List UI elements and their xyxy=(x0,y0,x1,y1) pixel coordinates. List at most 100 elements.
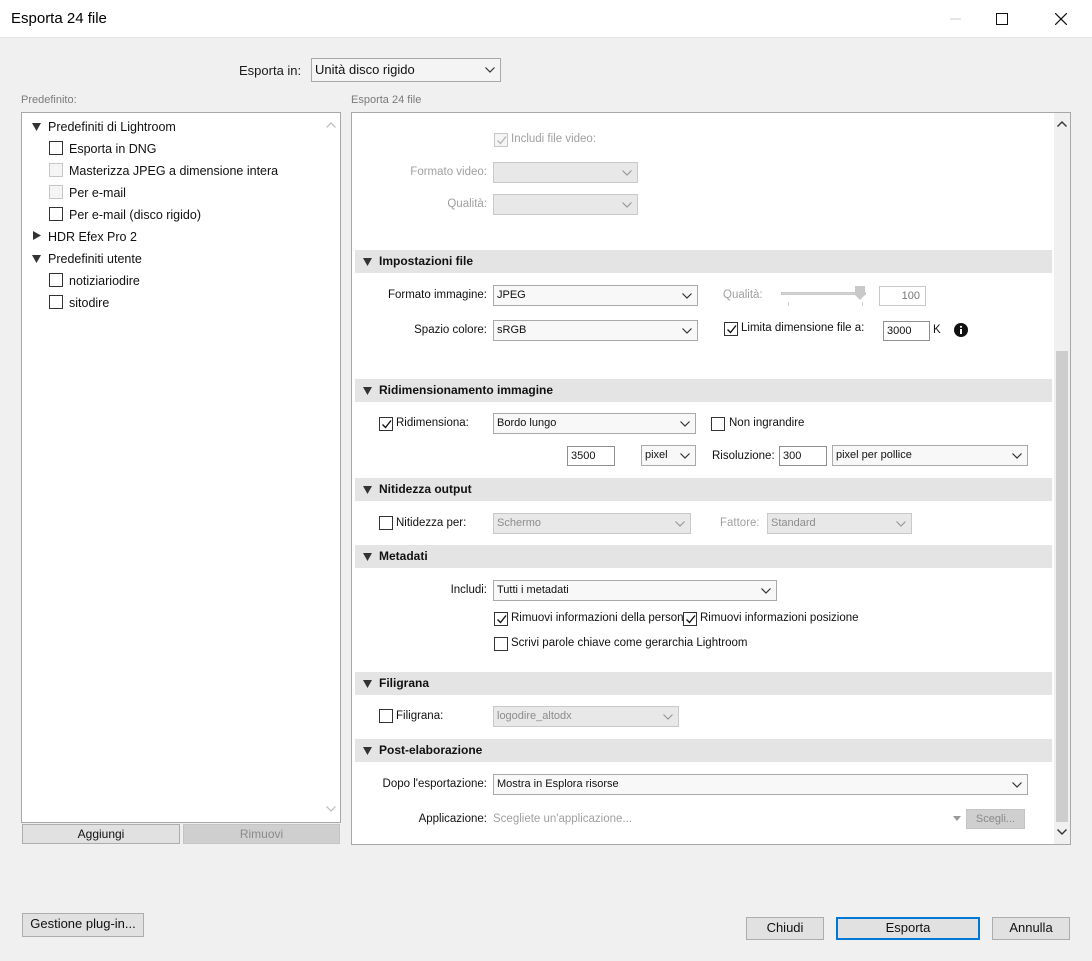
sharpen-checkbox[interactable] xyxy=(379,516,393,530)
chevron-down-icon xyxy=(1012,781,1022,788)
chevron-down-icon xyxy=(896,520,906,527)
jpeg-quality-label: Qualità: xyxy=(723,289,763,301)
scrollbar-thumb[interactable] xyxy=(1056,351,1068,822)
watermark-checkbox[interactable] xyxy=(379,709,393,723)
check-icon xyxy=(497,136,507,145)
limit-size-label: Limita dimensione file a: xyxy=(741,322,865,334)
section-post-processing[interactable]: Post-elaborazione xyxy=(355,739,1052,762)
preset-checkbox[interactable] xyxy=(49,295,63,309)
color-space-select[interactable]: sRGB xyxy=(493,320,698,341)
section-title: Nitidezza output xyxy=(379,482,472,496)
section-metadata[interactable]: Metadati xyxy=(355,545,1052,568)
preset-item-email-disk[interactable]: Per e-mail (disco rigido) xyxy=(69,208,201,222)
preset-checkbox xyxy=(49,163,63,177)
section-output-sharpening[interactable]: Nitidezza output xyxy=(355,478,1052,501)
image-format-label: Formato immagine: xyxy=(387,289,487,301)
add-preset-button[interactable]: Aggiungi xyxy=(22,824,180,844)
color-space-label: Spazio colore: xyxy=(414,324,487,336)
preset-item-notiziario[interactable]: notiziariodire xyxy=(69,274,140,288)
section-file-settings[interactable]: Impostazioni file xyxy=(355,250,1052,273)
quality-slider-track xyxy=(781,292,866,295)
preset-group-user[interactable]: Predefiniti utente xyxy=(48,252,142,266)
presets-tree[interactable]: Predefiniti di Lightroom Esporta in DNG … xyxy=(21,112,341,823)
video-format-label: Formato video: xyxy=(410,166,487,178)
choose-application-button[interactable]: Scegli... xyxy=(966,809,1025,829)
window-title: Esporta 24 file xyxy=(11,10,107,27)
export-settings-panel: Includi file video: Formato video: Quali… xyxy=(351,112,1071,845)
watermark-value: logodire_altodx xyxy=(497,710,572,722)
include-video-label: Includi file video: xyxy=(511,133,597,145)
chevron-down-icon xyxy=(663,713,673,720)
preset-item-dng[interactable]: Esporta in DNG xyxy=(69,142,157,156)
plugin-manager-button[interactable]: Gestione plug-in... xyxy=(22,913,144,937)
resize-size-input[interactable]: 3500 xyxy=(567,446,615,466)
watermark-label: Filigrana: xyxy=(396,710,444,722)
metadata-include-select[interactable]: Tutti i metadati xyxy=(493,580,777,601)
preset-checkbox[interactable] xyxy=(49,141,63,155)
section-image-resize[interactable]: Ridimensionamento immagine xyxy=(355,379,1052,402)
scroll-up-icon[interactable] xyxy=(326,122,336,128)
chevron-down-icon xyxy=(675,520,685,527)
remove-location-checkbox[interactable] xyxy=(683,612,697,626)
presets-heading: Predefinito: xyxy=(21,94,77,106)
section-title: Filigrana xyxy=(379,676,430,690)
preset-group-hdr[interactable]: HDR Efex Pro 2 xyxy=(48,230,137,244)
video-quality-select xyxy=(493,194,638,215)
info-icon[interactable] xyxy=(954,323,968,337)
maximize-icon xyxy=(996,13,1008,25)
after-export-select[interactable]: Mostra in Esplora risorse xyxy=(493,774,1028,795)
maximize-button[interactable] xyxy=(979,0,1025,38)
remove-location-label: Rimuovi informazioni posizione xyxy=(700,612,859,624)
sharpen-amount-value: Standard xyxy=(771,517,816,529)
expanded-triangle-icon xyxy=(363,258,372,266)
preset-checkbox[interactable] xyxy=(49,273,63,287)
quality-slider-thumb xyxy=(855,286,865,300)
resize-checkbox[interactable] xyxy=(379,417,393,431)
resize-mode-select[interactable]: Bordo lungo xyxy=(493,413,696,434)
expanded-triangle-icon xyxy=(32,255,41,263)
preset-group-lightroom[interactable]: Predefiniti di Lightroom xyxy=(48,120,176,134)
scroll-up-icon[interactable] xyxy=(1057,121,1067,127)
settings-scrollbar[interactable] xyxy=(1054,113,1070,844)
resolution-unit-select[interactable]: pixel per pollice xyxy=(832,445,1028,466)
no-enlarge-checkbox[interactable] xyxy=(711,417,725,431)
preset-checkbox[interactable] xyxy=(49,207,63,221)
include-video-checkbox xyxy=(494,133,508,147)
keyword-hierarchy-checkbox[interactable] xyxy=(494,637,508,651)
section-title: Post-elaborazione xyxy=(379,743,483,757)
limit-size-checkbox[interactable] xyxy=(724,322,738,336)
remove-person-info-checkbox[interactable] xyxy=(494,612,508,626)
chevron-down-icon xyxy=(682,327,692,334)
close-button[interactable]: Chiudi xyxy=(746,917,824,940)
cancel-button[interactable]: Annulla xyxy=(992,917,1070,940)
scroll-down-icon[interactable] xyxy=(326,806,336,812)
resolution-unit-value: pixel per pollice xyxy=(836,449,912,461)
limit-size-input[interactable]: 3000 xyxy=(883,321,930,341)
size-unit-select[interactable]: pixel xyxy=(641,445,696,466)
expanded-triangle-icon xyxy=(363,680,372,688)
preset-item-jpeg-full[interactable]: Masterizza JPEG a dimensione intera xyxy=(69,164,278,178)
preset-item-email[interactable]: Per e-mail xyxy=(69,186,126,200)
section-title: Metadati xyxy=(379,549,428,563)
image-format-select[interactable]: JPEG xyxy=(493,285,698,306)
export-to-select[interactable]: Unità disco rigido xyxy=(311,58,501,82)
section-watermark[interactable]: Filigrana xyxy=(355,672,1052,695)
close-window-button[interactable] xyxy=(1038,0,1084,38)
chevron-down-icon xyxy=(680,452,690,459)
scroll-down-icon[interactable] xyxy=(1057,829,1067,835)
preset-item-sitodire[interactable]: sitodire xyxy=(69,296,109,310)
keyword-hierarchy-label: Scrivi parole chiave come gerarchia Ligh… xyxy=(511,637,748,649)
chevron-down-icon xyxy=(622,169,632,176)
application-placeholder: Scegliete un'applicazione... xyxy=(493,813,633,825)
chevron-down-icon xyxy=(485,67,495,73)
resolution-input[interactable]: 300 xyxy=(779,446,827,466)
resize-mode-value: Bordo lungo xyxy=(497,417,557,429)
no-enlarge-label: Non ingrandire xyxy=(729,417,805,429)
expanded-triangle-icon xyxy=(363,486,372,494)
collapsed-triangle-icon xyxy=(33,231,41,240)
minimize-button[interactable] xyxy=(933,0,979,38)
export-button[interactable]: Esporta xyxy=(836,917,980,940)
remove-preset-button[interactable]: Rimuovi xyxy=(183,824,340,844)
resize-label: Ridimensiona: xyxy=(396,417,469,429)
check-icon xyxy=(686,615,696,624)
